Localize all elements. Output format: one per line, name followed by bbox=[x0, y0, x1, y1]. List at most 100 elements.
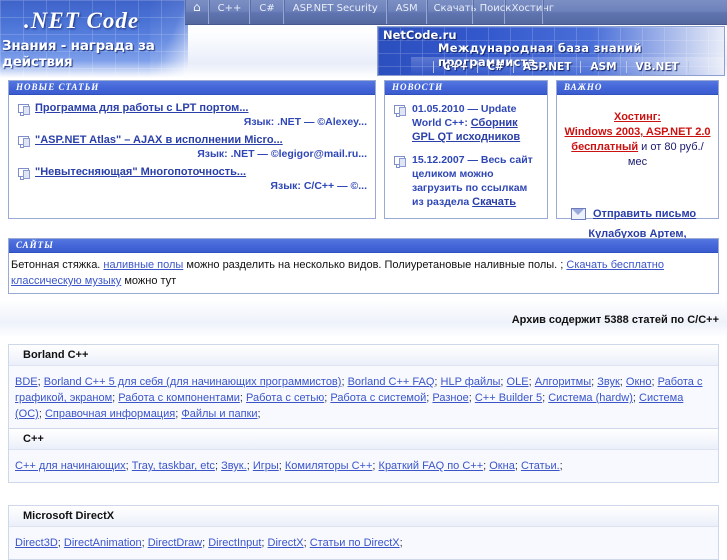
news-link[interactable]: Скачать bbox=[472, 196, 516, 208]
news-text: 15.12.2007 — Весь сайт целиком можно заг… bbox=[411, 153, 541, 209]
link-separator: ; bbox=[559, 460, 563, 472]
panel-news-body: 01.05.2010 — Update World C++: Сборник G… bbox=[385, 95, 547, 222]
sites-text-3: можно тут bbox=[121, 275, 177, 287]
panel-sites-body: Бетонная стяжка. наливные полы можно раз… bbox=[9, 253, 718, 293]
category-link[interactable]: Direct3D bbox=[15, 537, 58, 549]
send-mail-link[interactable]: Отправить письмо bbox=[593, 208, 696, 220]
category-link[interactable]: Tray, taskbar, etc bbox=[132, 460, 215, 472]
site-logo[interactable]: .NET Code Знания - награда за действия bbox=[0, 0, 188, 78]
news-date: 01.05.2010 — bbox=[412, 103, 481, 115]
news-item: 01.05.2010 — Update World C++: Сборник G… bbox=[391, 102, 541, 144]
category-link[interactable]: Работа с системой bbox=[330, 392, 426, 404]
category-link[interactable]: Звук. bbox=[221, 460, 247, 472]
send-mail-row[interactable]: Отправить письмо bbox=[563, 208, 712, 220]
comment-icon bbox=[18, 136, 30, 148]
category-link[interactable]: Разное bbox=[432, 392, 468, 404]
hosting-free-link[interactable]: бесплатный bbox=[571, 141, 638, 153]
panel-news-title: НОВОСТИ bbox=[385, 81, 547, 95]
category-title: C++ bbox=[9, 429, 718, 450]
panel-important: ВАЖНО Хостинг: Windows 2003, ASP.NET 2.0… bbox=[556, 80, 719, 252]
category-borland-cpp: Borland C++ BDE; Borland C++ 5 для себя … bbox=[8, 344, 719, 431]
banner-link-asm[interactable]: ASM bbox=[581, 60, 627, 73]
category-links: BDE; Borland C++ 5 для себя (для начинаю… bbox=[9, 366, 718, 430]
category-link[interactable]: DirectDraw bbox=[148, 537, 202, 549]
category-link[interactable]: Borland C++ FAQ bbox=[348, 376, 435, 388]
nav-item-download[interactable]: Скачать bbox=[426, 0, 476, 24]
panel-sites: САЙТЫ Бетонная стяжка. наливные полы мож… bbox=[8, 238, 719, 294]
hosting-title-link[interactable]: Хостинг: bbox=[614, 111, 661, 123]
panel-new-articles: НОВЫЕ СТАТЬИ Программа для работы с LPT … bbox=[8, 80, 376, 219]
category-link[interactable]: C++ для начинающих bbox=[15, 460, 126, 472]
category-directx: Microsoft DirectX Direct3D; DirectAnimat… bbox=[8, 505, 719, 560]
sites-paragraph: Бетонная стяжка. наливные полы можно раз… bbox=[11, 257, 714, 289]
category-link[interactable]: Краткий FAQ по C++ bbox=[379, 460, 484, 472]
panel-important-title: ВАЖНО bbox=[557, 81, 718, 95]
category-link[interactable]: Файлы и папки bbox=[181, 408, 257, 420]
category-link[interactable]: Работа с компонентами bbox=[118, 392, 240, 404]
category-link[interactable]: Окна bbox=[489, 460, 515, 472]
category-link[interactable]: Окно bbox=[626, 376, 652, 388]
comment-icon bbox=[394, 105, 406, 117]
article-item: "Невытесняющая" Многопоточность... Язык:… bbox=[15, 166, 369, 192]
nav-item-search[interactable]: Поиск bbox=[472, 0, 511, 24]
category-link[interactable]: Игры bbox=[253, 460, 279, 472]
category-link[interactable]: HLP файлы bbox=[441, 376, 501, 388]
article-link[interactable]: "Невытесняющая" Многопоточность... bbox=[35, 166, 246, 178]
logo-fade-decoration bbox=[150, 0, 188, 78]
news-item: 15.12.2007 — Весь сайт целиком можно заг… bbox=[391, 153, 541, 209]
category-link[interactable]: DirectInput bbox=[208, 537, 261, 549]
banner-links: C++ C# ASP.NET ASM VB.NET bbox=[433, 58, 689, 75]
category-link[interactable]: Статьи по DirectX bbox=[310, 537, 400, 549]
nav-item-csharp[interactable]: C# bbox=[250, 0, 284, 24]
banner-link-aspnet[interactable]: ASP.NET bbox=[514, 60, 582, 73]
category-link[interactable]: OLE bbox=[507, 376, 529, 388]
nav-item-aspnet-security[interactable]: ASP.NET Security bbox=[283, 0, 387, 24]
panel-new-articles-title: НОВЫЕ СТАТЬИ bbox=[9, 81, 375, 95]
category-link[interactable]: Звук bbox=[597, 376, 620, 388]
article-link[interactable]: "ASP.NET Atlas" – AJAX в исполнении Micr… bbox=[35, 134, 283, 146]
category-link[interactable]: C++ Builder 5 bbox=[475, 392, 542, 404]
category-link[interactable]: Статьи. bbox=[521, 460, 560, 472]
panel-news: НОВОСТИ 01.05.2010 — Update World C++: С… bbox=[384, 80, 548, 219]
hosting-platform-link[interactable]: Windows 2003, ASP.NET 2.0 bbox=[564, 126, 710, 138]
category-link[interactable]: Система (hardw) bbox=[548, 392, 633, 404]
banner-site-name: NetCode.ru bbox=[383, 28, 457, 42]
category-link[interactable]: Комиляторы C++ bbox=[285, 460, 373, 472]
sites-text-1: Бетонная стяжка. bbox=[11, 259, 104, 271]
nav-item-cpp[interactable]: C++ bbox=[208, 0, 251, 24]
netcode-banner[interactable]: NetCode.ru Международная база знаний про… bbox=[377, 26, 725, 76]
top-navigation: ⌂ C++ C# ASP.NET Security ASM Скачать По… bbox=[185, 0, 727, 25]
category-title: Microsoft DirectX bbox=[9, 506, 718, 527]
article-link[interactable]: Программа для работы с LPT портом... bbox=[35, 102, 249, 114]
category-link[interactable]: DirectX bbox=[268, 537, 304, 549]
nav-filler bbox=[542, 0, 727, 24]
article-language: Язык: C/C++ — ©... bbox=[270, 180, 367, 192]
site-header: .NET Code Знания - награда за действия ⌂… bbox=[0, 0, 727, 78]
archive-count: Архив содержит 5388 статей по C/C++ bbox=[511, 314, 719, 326]
category-link[interactable]: BDE bbox=[15, 376, 38, 388]
category-link[interactable]: Алгоритмы bbox=[535, 376, 591, 388]
home-icon[interactable]: ⌂ bbox=[185, 0, 209, 24]
banner-link-cpp[interactable]: C++ bbox=[433, 60, 479, 73]
category-title: Borland C++ bbox=[9, 345, 718, 366]
category-link[interactable]: Borland C++ 5 для себя (для начинающих п… bbox=[44, 376, 342, 388]
panel-new-articles-body: Программа для работы с LPT портом... Язы… bbox=[9, 95, 375, 202]
hosting-price: и от 80 руб./мес bbox=[627, 141, 704, 168]
envelope-icon bbox=[571, 208, 586, 220]
banner-link-vbnet[interactable]: VB.NET bbox=[627, 60, 689, 73]
category-link[interactable]: Работа с сетью bbox=[246, 392, 324, 404]
category-link[interactable]: DirectAnimation bbox=[64, 537, 142, 549]
category-links: C++ для начинающих; Tray, taskbar, etc; … bbox=[9, 450, 718, 482]
banner-link-csharp[interactable]: C# bbox=[478, 60, 514, 73]
panels-row: НОВЫЕ СТАТЬИ Программа для работы с LPT … bbox=[0, 80, 727, 252]
news-date: 15.12.2007 — bbox=[412, 154, 481, 166]
article-language: Язык: .NET — ©legigor@mail.ru... bbox=[197, 148, 367, 160]
panel-sites-title: САЙТЫ bbox=[9, 239, 718, 253]
nav-item-hosting[interactable]: Хостинг bbox=[504, 0, 554, 24]
comment-icon bbox=[394, 156, 406, 168]
sites-link-1[interactable]: наливные полы bbox=[103, 259, 183, 271]
category-link[interactable]: Справочная информация bbox=[45, 408, 175, 420]
news-text: 01.05.2010 — Update World C++: Сборник G… bbox=[411, 102, 541, 144]
panel-important-body: Хостинг: Windows 2003, ASP.NET 2.0 беспл… bbox=[557, 95, 718, 256]
nav-item-asm[interactable]: ASM bbox=[386, 0, 427, 24]
